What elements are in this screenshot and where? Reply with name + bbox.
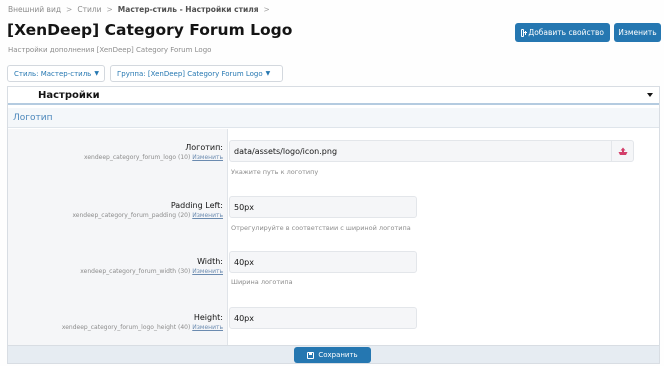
edit-property-link[interactable]: Изменить [192, 154, 223, 161]
settings-rows: Логотип: xendeep_category_forum_logo (10… [8, 129, 659, 345]
block-header-title: Настройки [38, 89, 100, 101]
setting-label: Width: [197, 257, 223, 266]
style-filter-label: Стиль: Мастер-стиль [14, 69, 92, 78]
breadcrumb-item-style-settings[interactable]: Мастер-стиль - Настройки стиля [118, 5, 259, 14]
page-title: [XenDeep] Category Forum Logo [7, 21, 293, 39]
setting-label: Height: [193, 313, 223, 322]
setting-label-group: Height: xendeep_category_forum_logo_heig… [62, 313, 223, 331]
setting-key-text: xendeep_category_forum_width (30) [80, 268, 191, 275]
logo-path-value: data/assets/logo/icon.png [234, 146, 338, 156]
setting-label: Логотип: [185, 143, 223, 152]
breadcrumb-separator: > [66, 5, 73, 14]
add-property-button[interactable]: Добавить свойство [515, 23, 610, 42]
plus-square-icon [521, 28, 528, 37]
caret-down-icon: ▼ [265, 70, 271, 77]
padding-left-input[interactable]: 50px [229, 196, 417, 218]
breadcrumb-item-styles[interactable]: Стили [77, 5, 101, 14]
width-hint: Ширина логотипа [231, 278, 293, 286]
style-filter-dropdown[interactable]: Стиль: Мастер-стиль ▼ [7, 65, 105, 82]
save-icon [307, 351, 315, 359]
group-filter-dropdown[interactable]: Группа: [XenDeep] Category Forum Logo ▼ [110, 65, 283, 82]
collapse-toggle-icon[interactable] [647, 93, 653, 97]
page-description: Настройки дополнения [XenDeep] Category … [8, 46, 212, 54]
edit-property-link[interactable]: Изменить [192, 324, 223, 331]
edit-property-link[interactable]: Изменить [192, 268, 223, 275]
settings-block: Настройки Логотип Логотип: xendeep_categ… [7, 86, 660, 364]
group-filter-label: Группа: [XenDeep] Category Forum Logo [117, 69, 263, 78]
breadcrumb-item-appearance[interactable]: Внешний вид [8, 5, 61, 14]
breadcrumb-separator: > [106, 5, 113, 14]
padding-hint: Отрегулируйте в соответствии с шириной л… [231, 224, 411, 232]
save-button[interactable]: Сохранить [294, 347, 371, 363]
upload-button[interactable] [611, 141, 633, 161]
setting-key-text: xendeep_category_forum_logo (10) [84, 154, 191, 161]
setting-key: xendeep_category_forum_logo_height (40) … [62, 324, 223, 331]
breadcrumb-separator: > [263, 5, 270, 14]
save-label: Сохранить [318, 351, 358, 359]
setting-key-text: xendeep_category_forum_padding (20) [72, 212, 191, 219]
logo-path-input[interactable]: data/assets/logo/icon.png [229, 140, 634, 162]
add-property-label: Добавить свойство [528, 28, 604, 37]
block-header[interactable]: Настройки [8, 87, 659, 105]
edit-property-link[interactable]: Изменить [192, 212, 223, 219]
setting-label-group: Логотип: xendeep_category_forum_logo (10… [84, 143, 223, 161]
setting-label: Padding Left: [170, 201, 223, 210]
breadcrumb: Внешний вид > Стили > Мастер-стиль - Настрой… [8, 5, 275, 14]
width-input[interactable]: 40px [229, 251, 417, 273]
setting-key-text: xendeep_category_forum_logo_height (40) [61, 324, 191, 331]
setting-key: xendeep_category_forum_padding (20) Изме… [72, 212, 223, 219]
caret-down-icon: ▼ [94, 70, 99, 77]
setting-label-group: Width: xendeep_category_forum_width (30)… [80, 257, 223, 275]
upload-icon [618, 147, 627, 155]
form-footer: Сохранить [8, 345, 659, 363]
logo-hint: Укажите путь к логотипу [231, 168, 319, 176]
height-input[interactable]: 40px [229, 307, 417, 329]
section-title-logo: Логотип [8, 108, 659, 128]
setting-label-group: Padding Left: xendeep_category_forum_pad… [72, 201, 223, 219]
setting-key: xendeep_category_forum_width (30) Измени… [80, 268, 223, 275]
edit-button[interactable]: Изменить [614, 23, 661, 42]
setting-key: xendeep_category_forum_logo (10) Изменит… [84, 154, 223, 161]
